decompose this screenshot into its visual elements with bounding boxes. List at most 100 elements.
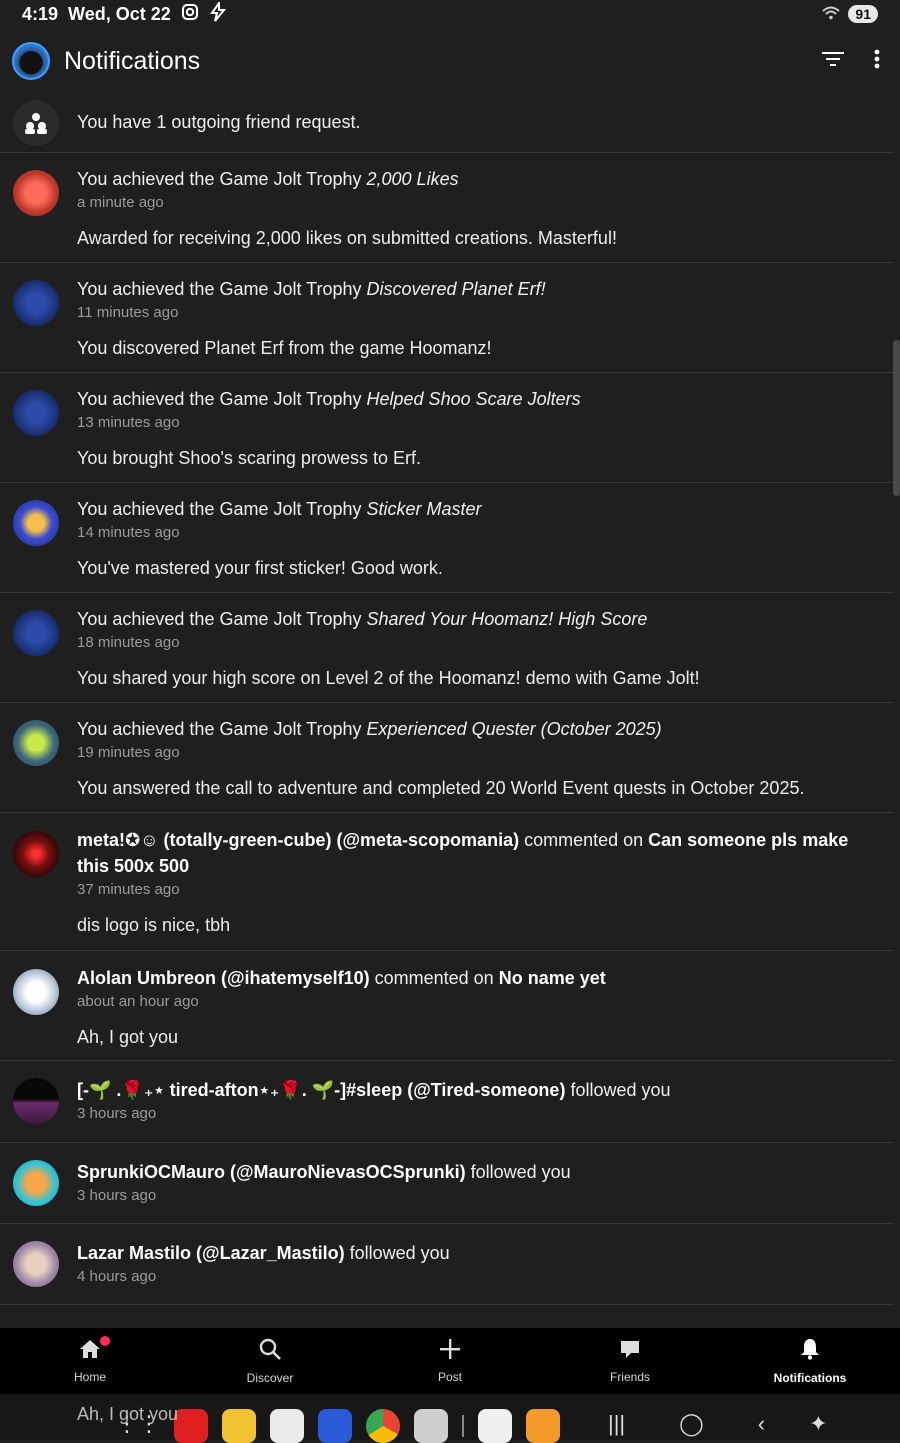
username-link[interactable]: Lazar Mastilo (@Lazar_Mastilo): [77, 1243, 345, 1263]
filter-icon[interactable]: [822, 51, 844, 72]
app-icon[interactable]: [318, 1409, 352, 1443]
notification-trophy[interactable]: You achieved the Game Jolt Trophy Discov…: [0, 263, 893, 373]
timestamp: a minute ago: [77, 194, 164, 211]
nav-friends[interactable]: Friends: [540, 1328, 720, 1394]
nav-discover-label: Discover: [246, 1370, 294, 1385]
chrome-icon[interactable]: [366, 1409, 400, 1443]
trophy-name: Discovered Planet Erf!: [366, 279, 546, 299]
trophy-name: 2,000 Likes: [366, 169, 459, 189]
nav-notifications-label: Notifications: [773, 1370, 847, 1385]
notification-trophy[interactable]: You achieved the Game Jolt Trophy 2,000 …: [0, 153, 893, 263]
heart-trophy-icon: [13, 170, 59, 216]
notification-comment[interactable]: meta!✪☺ (totally-green-cube) (@meta-scop…: [0, 813, 893, 951]
user-avatar: [13, 831, 59, 877]
timestamp: 3 hours ago: [77, 1105, 157, 1122]
username-link[interactable]: [-🌱 .🌹₊⋆ tired-afton⋆₊🌹. 🌱-]#sleep (@Tir…: [77, 1080, 565, 1100]
trophy-name: Shared Your Hoomanz! High Score: [366, 609, 648, 629]
notification-list[interactable]: You have 1 outgoing friend request. You …: [0, 94, 893, 1328]
bell-icon: [800, 1338, 820, 1365]
user-avatar[interactable]: [12, 42, 50, 80]
notification-prefix: You achieved the Game Jolt Trophy: [77, 609, 367, 629]
timestamp: 11 minutes ago: [77, 304, 179, 321]
notification-follow[interactable]: SprunkiOCMauro (@MauroNievasOCSprunki) f…: [0, 1143, 893, 1224]
user-avatar: [13, 1160, 59, 1206]
hoomanz-trophy-icon: [13, 610, 59, 656]
notification-friend-request[interactable]: You have 1 outgoing friend request.: [0, 94, 893, 153]
bolt-icon: [209, 0, 227, 27]
notification-prefix: You achieved the Game Jolt Trophy: [77, 279, 367, 299]
nav-friends-label: Friends: [609, 1369, 650, 1384]
user-avatar: [13, 1078, 59, 1124]
notification-description: You discovered Planet Erf from the game …: [77, 338, 492, 358]
friends-icon: [13, 100, 59, 146]
username-link[interactable]: Alolan Umbreon (@ihatemyself10): [77, 968, 370, 988]
more-vert-icon[interactable]: [874, 49, 880, 74]
app-icon[interactable]: [222, 1409, 256, 1443]
status-time: 4:19: [22, 3, 59, 24]
notification-prefix: You achieved the Game Jolt Trophy: [77, 499, 367, 519]
camera-icon[interactable]: [414, 1409, 448, 1443]
notification-trophy[interactable]: You achieved the Game Jolt Trophy Experi…: [0, 703, 893, 813]
timestamp: 3 hours ago: [77, 1187, 157, 1204]
plus-icon: [440, 1338, 460, 1364]
notification-description: You've mastered your first sticker! Good…: [77, 558, 443, 578]
nav-home[interactable]: Home: [0, 1328, 180, 1394]
app-icon[interactable]: [478, 1409, 512, 1443]
post-link[interactable]: No name yet: [499, 968, 606, 988]
nav-notifications[interactable]: Notifications: [720, 1328, 900, 1394]
notification-comment[interactable]: Alolan Umbreon (@ihatemyself10) commente…: [0, 951, 893, 1061]
bottom-nav: Home Discover Post Friends Notifications: [0, 1328, 900, 1394]
trophy-name: Sticker Master: [366, 499, 482, 519]
ghost-text: Ah, I got you: [77, 1404, 179, 1424]
page-title: Notifications: [64, 46, 201, 75]
trophy-name: Experienced Quester (October 2025): [366, 719, 662, 739]
timestamp: 37 minutes ago: [77, 881, 180, 898]
scrollbar-thumb[interactable]: [893, 340, 900, 496]
notification-action: followed you: [465, 1162, 571, 1182]
accessibility-icon[interactable]: ✦: [809, 1411, 827, 1437]
app-bar: Notifications: [0, 28, 900, 94]
nav-discover[interactable]: Discover: [180, 1328, 360, 1394]
notification-trophy[interactable]: You achieved the Game Jolt Trophy Sticke…: [0, 483, 893, 593]
user-avatar: [13, 1241, 59, 1287]
battery-indicator: 91: [848, 5, 878, 23]
calendar-app-icon[interactable]: [270, 1409, 304, 1443]
trophy-name: Helped Shoo Scare Jolters: [366, 389, 581, 409]
chat-icon: [619, 1339, 641, 1364]
notification-action: followed you: [344, 1243, 450, 1263]
notification-prefix: You achieved the Game Jolt Trophy: [77, 719, 367, 739]
user-avatar: [13, 969, 59, 1015]
timestamp: 18 minutes ago: [77, 634, 180, 651]
notification-description: You shared your high score on Level 2 of…: [77, 668, 700, 688]
notification-description: You answered the call to adventure and c…: [77, 778, 805, 798]
recents-icon[interactable]: |||: [608, 1411, 625, 1437]
home-button-icon[interactable]: ◯: [679, 1411, 704, 1437]
quester-trophy-icon: [13, 720, 59, 766]
notification-follow[interactable]: [-🌱 .🌹₊⋆ tired-afton⋆₊🌹. 🌱-]#sleep (@Tir…: [0, 1061, 893, 1143]
comment-text: dis logo is nice, tbh: [77, 915, 231, 935]
username-link[interactable]: meta!✪☺ (totally-green-cube) (@meta-scop…: [77, 830, 519, 850]
timestamp: 14 minutes ago: [77, 524, 180, 541]
hoomanz-trophy-icon: [13, 280, 59, 326]
nav-post-label: Post: [437, 1369, 462, 1384]
timestamp: 19 minutes ago: [77, 744, 180, 761]
username-link[interactable]: SprunkiOCMauro (@MauroNievasOCSprunki): [77, 1162, 466, 1182]
notification-prefix: You achieved the Game Jolt Trophy: [77, 169, 367, 189]
app-icon[interactable]: [526, 1409, 560, 1443]
taskbar-divider: [462, 1415, 464, 1437]
back-icon[interactable]: ‹: [758, 1411, 765, 1437]
status-date: Wed, Oct 22: [68, 3, 171, 24]
nav-post[interactable]: Post: [360, 1328, 540, 1394]
timestamp: 13 minutes ago: [77, 414, 180, 431]
notification-action: followed you: [565, 1080, 671, 1100]
notification-trophy[interactable]: You achieved the Game Jolt Trophy Shared…: [0, 593, 893, 703]
notification-follow[interactable]: Lazar Mastilo (@Lazar_Mastilo) followed …: [0, 1224, 893, 1305]
home-icon: [79, 1339, 101, 1364]
wifi-icon: [822, 4, 841, 25]
app-icon[interactable]: [174, 1409, 208, 1443]
search-icon: [259, 1338, 281, 1365]
notification-trophy[interactable]: You achieved the Game Jolt Trophy Helped…: [0, 373, 893, 483]
notification-text: You have 1 outgoing friend request.: [77, 112, 361, 132]
timestamp: 4 hours ago: [77, 1268, 157, 1285]
notification-prefix: You achieved the Game Jolt Trophy: [77, 389, 367, 409]
